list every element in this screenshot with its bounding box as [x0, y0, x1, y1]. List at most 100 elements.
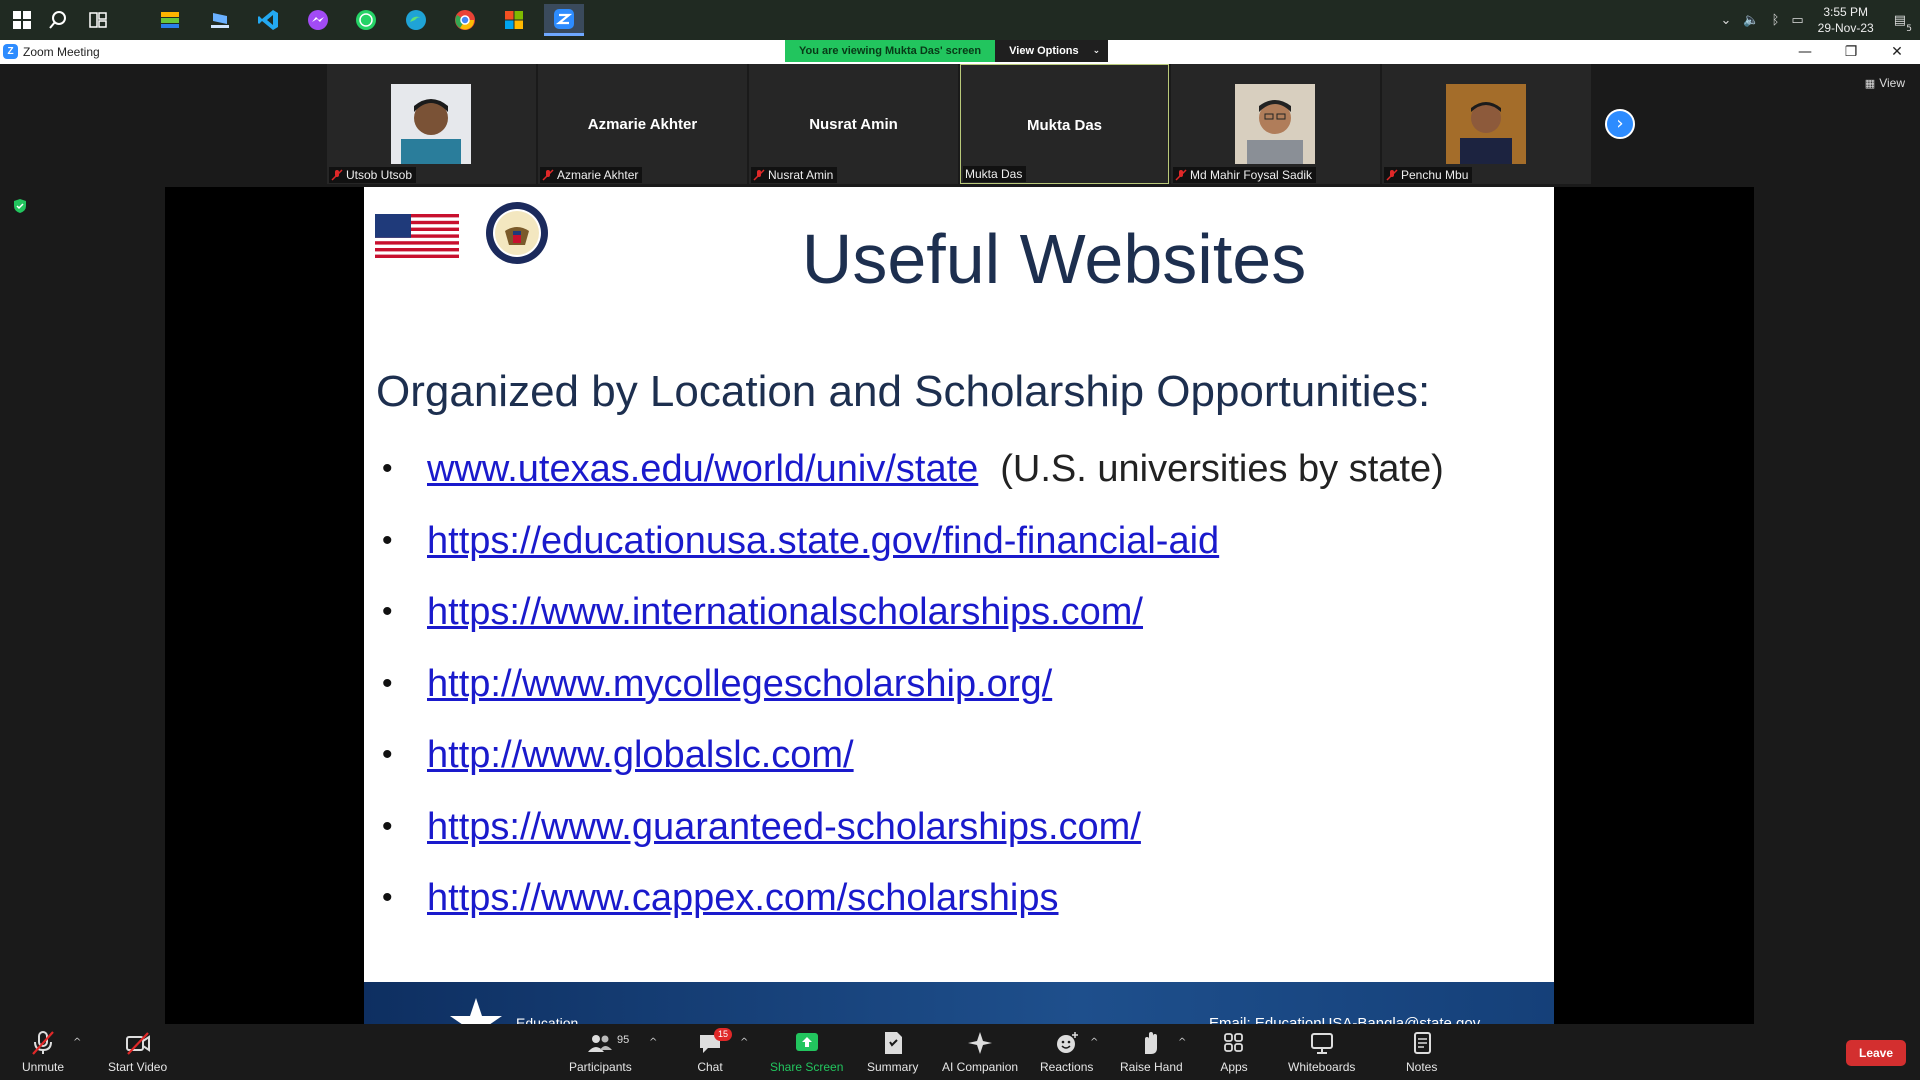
- reactions-button[interactable]: Reactions: [1040, 1030, 1093, 1074]
- chrome-icon[interactable]: [449, 4, 481, 36]
- restore-button[interactable]: ❐: [1828, 40, 1874, 64]
- messenger-icon[interactable]: [302, 4, 334, 36]
- participant-tile[interactable]: Azmarie Akhter Azmarie Akhter: [538, 64, 747, 184]
- website-list: • www.utexas.edu/world/univ/state (U.S. …: [382, 449, 1444, 950]
- bullet-icon: •: [382, 881, 393, 914]
- bullet-icon: •: [382, 738, 393, 771]
- notification-count: 5: [1906, 23, 1912, 34]
- muted-mic-icon: [32, 1031, 54, 1055]
- close-button[interactable]: ✕: [1874, 40, 1920, 64]
- whiteboards-button[interactable]: Whiteboards: [1288, 1030, 1355, 1074]
- bullet-icon: •: [382, 809, 393, 843]
- list-item: • https://www.guaranteed-scholarships.co…: [382, 807, 1444, 879]
- share-screen-label: Share Screen: [770, 1060, 844, 1074]
- presentation-slide: Useful Websites Organized by Location an…: [364, 187, 1554, 1027]
- view-label: View: [1879, 76, 1905, 90]
- bullet-icon: •: [382, 452, 393, 485]
- window-title: Zoom Meeting: [23, 45, 100, 59]
- list-item: • http://www.mycollegescholarship.org/: [382, 664, 1444, 736]
- search-icon[interactable]: [42, 4, 74, 36]
- bluestacks-icon[interactable]: [154, 4, 186, 36]
- muted-mic-icon: [542, 169, 554, 181]
- view-options-button[interactable]: View Options ⌄: [995, 40, 1109, 62]
- chat-unread-badge: 15: [714, 1028, 733, 1041]
- chat-caret-icon[interactable]: ^: [740, 1037, 748, 1048]
- laptop-app-icon[interactable]: [204, 4, 236, 36]
- zoom-icon[interactable]: [544, 4, 584, 36]
- website-link[interactable]: http://www.mycollegescholarship.org/: [427, 664, 1052, 704]
- zoom-logo-icon: Z: [3, 44, 18, 59]
- audio-options-caret-icon[interactable]: ^: [73, 1037, 81, 1048]
- share-screen-button[interactable]: Share Screen: [770, 1030, 843, 1074]
- website-link[interactable]: https://educationusa.state.gov/find-fina…: [427, 521, 1219, 561]
- next-page-arrow-icon[interactable]: ›: [1605, 109, 1635, 139]
- participant-photo: [1235, 84, 1315, 164]
- meeting-toolbar: Unmute ^ Start Video Participants 95 ^ C…: [0, 1024, 1920, 1080]
- list-item: • https://www.cappex.com/scholarships: [382, 878, 1444, 950]
- website-link[interactable]: www.utexas.edu/world/univ/state: [427, 449, 978, 489]
- website-link[interactable]: http://www.globalslc.com/: [427, 735, 854, 775]
- minimize-button[interactable]: —: [1782, 40, 1828, 64]
- website-link[interactable]: https://www.cappex.com/scholarships: [427, 878, 1059, 918]
- window-controls: — ❐ ✕: [1782, 40, 1920, 64]
- shared-screen: Useful Websites Organized by Location an…: [165, 187, 1754, 1027]
- notification-icon[interactable]: ▤ 5: [1894, 13, 1912, 34]
- raise-hand-caret-icon[interactable]: ^: [1178, 1037, 1186, 1048]
- participant-label: Penchu Mbu: [1384, 167, 1473, 183]
- muted-mic-icon: [331, 169, 343, 181]
- network-icon[interactable]: ▭: [1791, 13, 1803, 28]
- clock-date: 29-Nov-23: [1817, 21, 1874, 35]
- video-off-icon: [125, 1032, 150, 1055]
- notes-button[interactable]: Notes: [1406, 1030, 1437, 1074]
- website-link[interactable]: https://www.internationalscholarships.co…: [427, 592, 1143, 632]
- edge-icon[interactable]: [400, 4, 432, 36]
- participants-caret-icon[interactable]: ^: [649, 1037, 657, 1048]
- slide-subtitle: Organized by Location and Scholarship Op…: [376, 367, 1431, 416]
- leave-button[interactable]: Leave: [1846, 1040, 1906, 1066]
- participant-name: Utsob Utsob: [346, 168, 413, 182]
- clock-time: 3:55 PM: [1823, 5, 1869, 19]
- raise-hand-label: Raise Hand: [1120, 1060, 1183, 1074]
- participant-name: Azmarie Akhter: [557, 168, 639, 182]
- participant-tile[interactable]: Nusrat Amin Nusrat Amin: [749, 64, 958, 184]
- participant-label: Mukta Das: [963, 166, 1027, 182]
- viewing-screen-text: You are viewing Mukta Das' screen: [785, 40, 996, 62]
- chevron-up-icon[interactable]: ⌄: [1720, 13, 1731, 28]
- start-video-button[interactable]: Start Video: [108, 1030, 167, 1074]
- reactions-caret-icon[interactable]: ^: [1090, 1037, 1098, 1048]
- whatsapp-icon[interactable]: [350, 4, 382, 36]
- participant-tile[interactable]: Utsob Utsob: [327, 64, 536, 184]
- ai-sparkle-icon: [968, 1032, 993, 1054]
- participant-name: Md Mahir Foysal Sadik: [1190, 168, 1313, 182]
- participants-count: 95: [617, 1034, 630, 1046]
- summary-button[interactable]: Summary: [867, 1030, 918, 1074]
- view-button[interactable]: ▦ View: [1865, 76, 1905, 90]
- participant-tile-active-speaker[interactable]: Mukta Das Mukta Das: [960, 64, 1169, 184]
- slide-title: Useful Websites: [801, 220, 1307, 298]
- vscode-icon[interactable]: [252, 4, 284, 36]
- summary-icon: [884, 1032, 902, 1054]
- start-icon[interactable]: [6, 4, 38, 36]
- viewing-banner: You are viewing Mukta Das' screen View O…: [785, 40, 1109, 62]
- unmute-button[interactable]: Unmute: [22, 1030, 64, 1074]
- raise-hand-icon: [1145, 1032, 1158, 1054]
- volume-icon[interactable]: 🔈: [1743, 13, 1759, 28]
- list-item: • https://www.internationalscholarships.…: [382, 592, 1444, 664]
- participant-tile[interactable]: Penchu Mbu: [1382, 64, 1591, 184]
- participant-tile[interactable]: Md Mahir Foysal Sadik: [1171, 64, 1380, 184]
- clock[interactable]: 3:55 PM 29-Nov-23: [1818, 4, 1874, 36]
- security-shield-icon[interactable]: [12, 198, 28, 214]
- website-link[interactable]: https://www.guaranteed-scholarships.com/: [427, 807, 1141, 847]
- slide-footer: Education Email: EducationUSA-Bangla@sta…: [364, 982, 1554, 1027]
- raise-hand-button[interactable]: Raise Hand: [1120, 1030, 1183, 1074]
- grid-icon: ▦: [1864, 76, 1876, 90]
- task-view-icon[interactable]: [82, 4, 114, 36]
- chat-label: Chat: [697, 1060, 723, 1074]
- ai-companion-button[interactable]: AI Companion: [942, 1030, 1018, 1074]
- participant-photo: [1446, 84, 1526, 164]
- store-icon[interactable]: [498, 4, 530, 36]
- summary-label: Summary: [867, 1060, 919, 1074]
- apps-button[interactable]: Apps: [1220, 1030, 1248, 1074]
- participant-display-name: Azmarie Akhter: [587, 116, 698, 133]
- bluetooth-icon[interactable]: ᛒ: [1772, 13, 1780, 28]
